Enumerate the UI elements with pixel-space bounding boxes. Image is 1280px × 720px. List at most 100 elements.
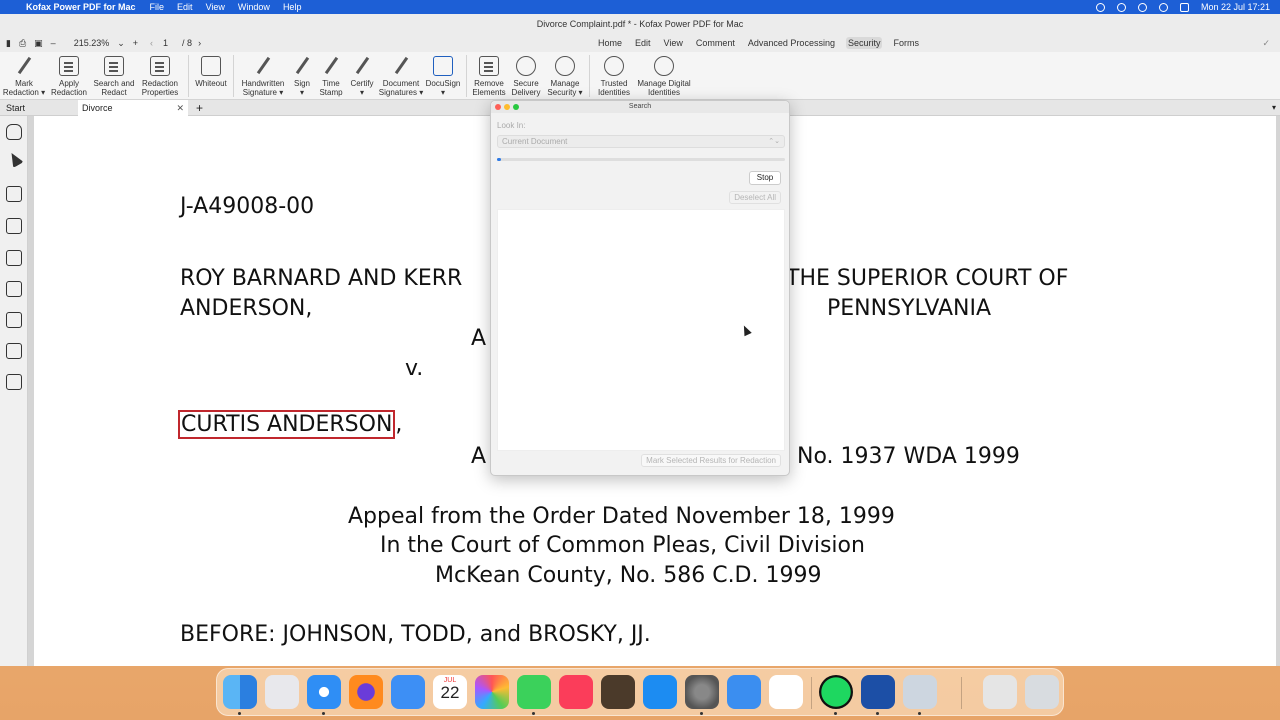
pages-grid-icon[interactable] xyxy=(6,218,22,234)
dock-divider xyxy=(961,677,962,709)
deselect-all-button[interactable]: Deselect All xyxy=(729,191,781,204)
tab-advanced-processing[interactable]: Advanced Processing xyxy=(746,37,837,49)
save-icon[interactable]: ▣ xyxy=(34,38,43,49)
clock[interactable]: Mon 22 Jul 17:21 xyxy=(1201,2,1270,12)
docusign-button[interactable]: DocuSign ▾ xyxy=(424,52,462,97)
comments-icon[interactable] xyxy=(6,281,22,297)
bookmark-icon[interactable] xyxy=(6,186,22,202)
calendar-icon[interactable]: JUL 22 xyxy=(433,675,467,709)
plaintiff-line1: ROY BARNARD AND KERR xyxy=(180,266,463,291)
attachment-icon[interactable] xyxy=(6,250,22,266)
menu-view[interactable]: View xyxy=(206,2,225,12)
document-signatures-button[interactable]: Document Signatures ▾ xyxy=(378,52,424,97)
tab-divorce-complaint[interactable]: Divorce Complaint.pdf * ✕ xyxy=(78,99,188,129)
downloads-icon[interactable] xyxy=(983,675,1017,709)
search-panel: Search Look In: Current Document ⌃⌄ Stop… xyxy=(490,100,790,476)
apply-redaction-button[interactable]: Apply Redaction xyxy=(46,52,92,97)
remove-elements-button[interactable]: Remove Elements xyxy=(471,52,507,97)
firefox-icon[interactable] xyxy=(349,675,383,709)
system-settings-icon[interactable] xyxy=(685,675,719,709)
zoom-in-button[interactable]: + xyxy=(133,38,138,48)
look-in-select[interactable]: Current Document ⌃⌄ xyxy=(497,135,785,148)
manage-digital-identities-button[interactable]: Manage Digital Identities xyxy=(634,52,694,97)
mark-redaction-button[interactable]: Mark Redaction ▾ xyxy=(2,52,46,97)
running-indicator xyxy=(876,712,879,715)
running-indicator xyxy=(238,712,241,715)
redaction-mark[interactable]: CURTIS ANDERSON xyxy=(178,410,396,439)
zoom-out-button[interactable]: – xyxy=(51,38,56,48)
court-line1: THE SUPERIOR COURT OF xyxy=(786,266,1069,291)
new-tab-button[interactable]: + xyxy=(196,101,203,115)
close-window-icon[interactable] xyxy=(495,104,501,110)
tab-forms[interactable]: Forms xyxy=(891,37,921,49)
menu-file[interactable]: File xyxy=(150,2,165,12)
control-center-icon[interactable] xyxy=(1179,2,1189,12)
tab-security[interactable]: Security xyxy=(845,37,883,49)
left-tool-sidebar xyxy=(0,116,28,666)
search-and-redact-button[interactable]: Search and Redact xyxy=(92,52,136,97)
certify-button[interactable]: Certify ▾ xyxy=(346,52,378,97)
garageband-icon[interactable] xyxy=(601,675,635,709)
page-number-input[interactable]: 1 xyxy=(163,38,168,48)
messages-icon[interactable] xyxy=(517,675,551,709)
look-in-label: Look In: xyxy=(497,121,526,130)
xcode-icon[interactable] xyxy=(727,675,761,709)
pen-icon[interactable]: ✓ xyxy=(1262,38,1270,49)
app-menu[interactable]: Kofax Power PDF for Mac xyxy=(26,2,136,12)
sign-button[interactable]: Sign ▾ xyxy=(288,52,316,97)
next-page-icon[interactable]: › xyxy=(198,38,201,48)
document-tab-label: Divorce Complaint.pdf * xyxy=(82,102,144,129)
record-icon[interactable] xyxy=(1095,2,1105,12)
photos-icon[interactable] xyxy=(475,675,509,709)
user-icon[interactable] xyxy=(1137,2,1147,12)
mail-icon[interactable] xyxy=(391,675,425,709)
tab-list-dropdown-icon[interactable]: ▾ xyxy=(1272,103,1276,112)
stop-button[interactable]: Stop xyxy=(749,171,781,185)
tab-home[interactable]: Home xyxy=(596,37,624,49)
preview-icon[interactable] xyxy=(903,675,937,709)
remove-document-icon xyxy=(479,56,499,76)
zoom-dropdown-icon[interactable]: ⌄ xyxy=(117,38,125,49)
court-line2: PENNSYLVANIA xyxy=(827,296,992,321)
search-progress-fill xyxy=(497,158,501,161)
finder-icon[interactable] xyxy=(223,675,257,709)
hand-tool-icon[interactable] xyxy=(6,124,22,140)
stamp-tool-icon[interactable] xyxy=(6,343,22,359)
select-tool-icon[interactable] xyxy=(6,149,24,169)
whiteout-button[interactable]: Whiteout xyxy=(193,52,229,88)
menu-help[interactable]: Help xyxy=(283,2,302,12)
manage-security-button[interactable]: Manage Security ▾ xyxy=(545,52,585,97)
trusted-identities-button[interactable]: Trusted Identities xyxy=(594,52,634,97)
mark-for-redaction-button[interactable]: Mark Selected Results for Redaction xyxy=(641,454,781,467)
menu-edit[interactable]: Edit xyxy=(177,2,193,12)
sidebar-toggle-icon[interactable]: ▮ xyxy=(6,38,11,49)
tab-start[interactable]: Start xyxy=(0,103,78,113)
tag-icon[interactable] xyxy=(6,312,22,328)
safari-icon[interactable] xyxy=(307,675,341,709)
redaction-properties-button[interactable]: Redaction Properties xyxy=(136,52,184,97)
stamp-icon xyxy=(321,56,341,76)
prev-page-icon[interactable]: ‹ xyxy=(150,38,153,48)
music-icon[interactable] xyxy=(559,675,593,709)
app-store-icon[interactable] xyxy=(643,675,677,709)
minimize-window-icon[interactable] xyxy=(504,104,510,110)
maximize-window-icon[interactable] xyxy=(513,104,519,110)
launchpad-icon[interactable] xyxy=(265,675,299,709)
time-stamp-button[interactable]: Time Stamp xyxy=(316,52,346,97)
wifi-icon[interactable] xyxy=(1116,2,1126,12)
print-icon[interactable]: ⎙ xyxy=(19,38,26,49)
trash-icon[interactable] xyxy=(1025,675,1059,709)
freeform-icon[interactable] xyxy=(769,675,803,709)
kofax-pdf-icon[interactable] xyxy=(861,675,895,709)
spotify-icon[interactable] xyxy=(819,675,853,709)
menu-window[interactable]: Window xyxy=(238,2,270,12)
secure-delivery-button[interactable]: Secure Delivery xyxy=(507,52,545,97)
tab-comment[interactable]: Comment xyxy=(694,37,737,49)
signature-panel-icon[interactable] xyxy=(6,374,22,390)
close-tab-icon[interactable]: ✕ xyxy=(176,100,184,116)
handwritten-signature-button[interactable]: Handwritten Signature ▾ xyxy=(238,52,288,97)
tab-edit[interactable]: Edit xyxy=(633,37,653,49)
tab-view[interactable]: View xyxy=(662,37,685,49)
search-icon[interactable] xyxy=(1158,2,1168,12)
zoom-level[interactable]: 215.23% xyxy=(74,38,110,48)
